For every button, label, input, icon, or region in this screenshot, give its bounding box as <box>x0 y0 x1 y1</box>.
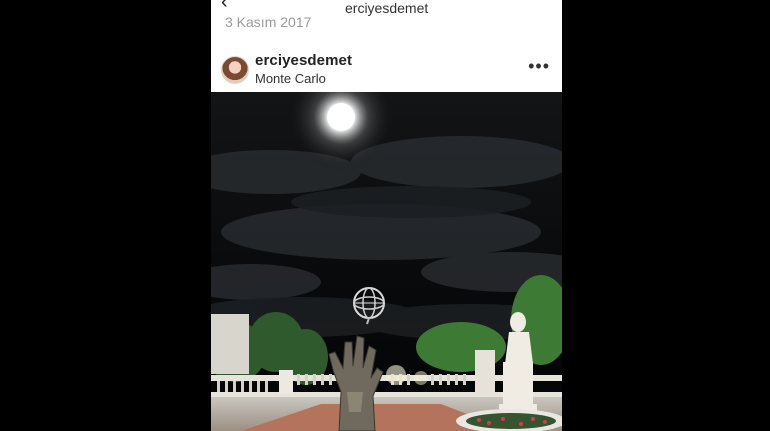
post-username[interactable]: erciyesdemet <box>255 52 352 69</box>
chevron-left-icon[interactable]: ‹ <box>221 0 228 12</box>
avatar[interactable] <box>221 56 249 84</box>
post-header: erciyesdemet Monte Carlo ••• <box>211 44 562 91</box>
header-username[interactable]: erciyesdemet <box>345 0 428 16</box>
post-location[interactable]: Monte Carlo <box>255 71 326 86</box>
post-photo[interactable] <box>211 92 562 431</box>
post-date: 3 Kasım 2017 <box>225 14 312 30</box>
instagram-post-screen: ‹ 3 Kasım 2017 erciyesdemet erciyesdemet… <box>211 0 562 431</box>
night-scene-image <box>211 92 562 431</box>
more-horizontal-icon[interactable]: ••• <box>528 56 550 77</box>
top-bar: ‹ 3 Kasım 2017 erciyesdemet <box>211 0 562 36</box>
